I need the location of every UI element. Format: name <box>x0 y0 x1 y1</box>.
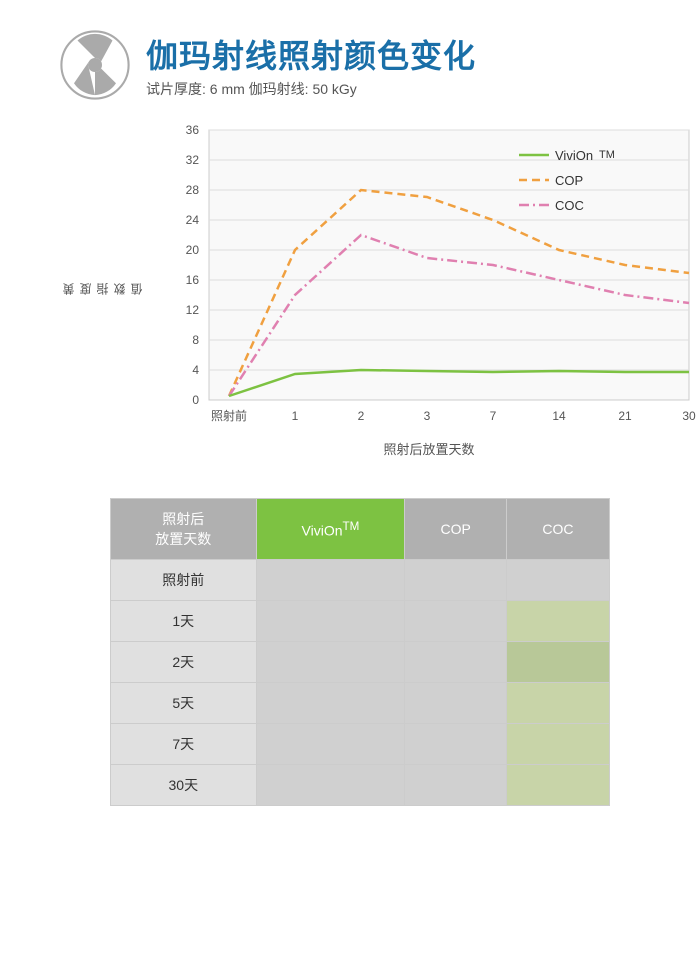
svg-text:照射前: 照射前 <box>211 408 247 423</box>
svg-text:32: 32 <box>186 153 200 167</box>
cop-cell <box>405 601 507 642</box>
svg-text:4: 4 <box>192 363 199 377</box>
row-label: 2天 <box>111 642 257 683</box>
cop-cell <box>405 683 507 724</box>
svg-text:COP: COP <box>555 173 583 188</box>
subtitle: 试片厚度: 6 mm 伽玛射线: 50 kGy <box>146 79 476 99</box>
svg-text:16: 16 <box>186 273 200 287</box>
svg-text:2: 2 <box>358 409 365 423</box>
chart-svg: 36 32 28 24 20 16 12 8 4 0 照射前 1 2 3 <box>149 120 700 435</box>
vivion-cell <box>256 642 405 683</box>
table-row: 5天 <box>111 683 610 724</box>
chart-container: 黄度指数值 <box>60 120 640 458</box>
vivion-cell <box>256 560 405 601</box>
vivion-cell <box>256 765 405 806</box>
svg-text:20: 20 <box>186 243 200 257</box>
col-header-cop: COP <box>405 499 507 560</box>
svg-text:24: 24 <box>186 213 200 227</box>
cop-cell <box>405 765 507 806</box>
svg-text:30: 30 <box>682 409 696 423</box>
row-label: 7天 <box>111 724 257 765</box>
row-label: 1天 <box>111 601 257 642</box>
svg-text:14: 14 <box>552 409 566 423</box>
vivion-cell <box>256 683 405 724</box>
svg-text:COC: COC <box>555 198 584 213</box>
coc-cell <box>506 601 609 642</box>
svg-text:3: 3 <box>424 409 431 423</box>
coc-cell <box>506 683 609 724</box>
chart-inner: 36 32 28 24 20 16 12 8 4 0 照射前 1 2 3 <box>149 120 700 458</box>
table-row: 1天 <box>111 601 610 642</box>
col-header-days: 照射后放置天数 <box>111 499 257 560</box>
row-label: 照射前 <box>111 560 257 601</box>
svg-text:36: 36 <box>186 123 200 137</box>
col-header-vivion: ViviOnTM <box>256 499 405 560</box>
svg-text:21: 21 <box>618 409 632 423</box>
radiation-icon <box>60 30 130 100</box>
cop-cell <box>405 560 507 601</box>
svg-text:12: 12 <box>186 303 200 317</box>
cop-cell <box>405 724 507 765</box>
table-row: 7天 <box>111 724 610 765</box>
data-table: 照射后放置天数 ViviOnTM COP COC 照射前 1天 <box>110 498 610 806</box>
row-label: 5天 <box>111 683 257 724</box>
row-label: 30天 <box>111 765 257 806</box>
table-row: 2天 <box>111 642 610 683</box>
svg-text:1: 1 <box>292 409 299 423</box>
coc-cell <box>506 765 609 806</box>
vivion-cell <box>256 724 405 765</box>
svg-text:ViviOn: ViviOn <box>555 148 593 163</box>
x-axis-label: 照射后放置天数 <box>149 439 700 458</box>
table-section: 照射后放置天数 ViviOnTM COP COC 照射前 1天 <box>60 498 640 806</box>
svg-text:7: 7 <box>490 409 497 423</box>
svg-text:TM: TM <box>599 149 615 161</box>
main-title: 伽玛射线照射颜色变化 <box>146 31 476 77</box>
col-header-coc: COC <box>506 499 609 560</box>
y-axis-label: 黄度指数值 <box>60 120 145 458</box>
table-row: 照射前 <box>111 560 610 601</box>
coc-cell <box>506 642 609 683</box>
svg-text:8: 8 <box>192 333 199 347</box>
coc-cell <box>506 560 609 601</box>
page-container: 伽玛射线照射颜色变化 试片厚度: 6 mm 伽玛射线: 50 kGy 黄度指数值 <box>0 0 700 846</box>
table-row: 30天 <box>111 765 610 806</box>
coc-cell <box>506 724 609 765</box>
title-block: 伽玛射线照射颜色变化 试片厚度: 6 mm 伽玛射线: 50 kGy <box>146 31 476 99</box>
header: 伽玛射线照射颜色变化 试片厚度: 6 mm 伽玛射线: 50 kGy <box>60 30 640 100</box>
svg-text:28: 28 <box>186 183 200 197</box>
vivion-cell <box>256 601 405 642</box>
cop-cell <box>405 642 507 683</box>
svg-text:0: 0 <box>192 393 199 407</box>
